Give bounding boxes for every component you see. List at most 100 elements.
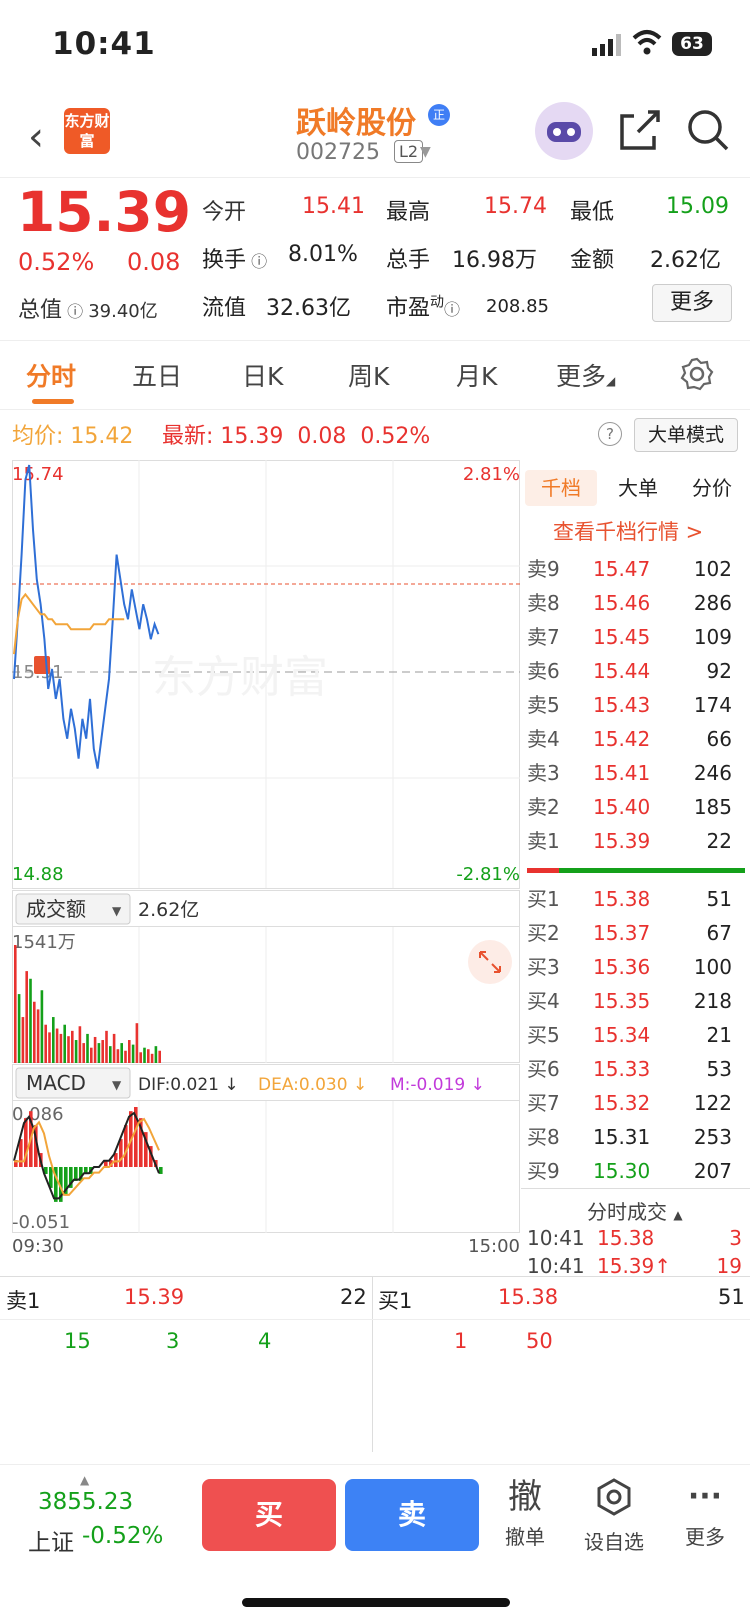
float-value: 32.63亿 [266,296,351,321]
sell-level-row[interactable]: 卖2 15.40 185 [521,790,750,824]
stock-name[interactable]: 跃岭股份 [296,98,416,142]
big-order-mode-button[interactable]: 大单模式 [634,418,738,452]
tab-daily[interactable]: 日K [242,357,283,393]
settings-icon[interactable] [680,357,714,391]
level-volume: 66 [706,727,732,751]
buy-level-row[interactable]: 买1 15.38 51 [521,882,750,916]
buy-level-row[interactable]: 买4 15.35 218 [521,984,750,1018]
volume-bar [78,1026,82,1063]
volume-bar [21,1017,25,1063]
volume-max-label: 1541万 [12,932,76,953]
level-label: 买6 [527,1057,560,1081]
dea-value: DEA:0.030 ↓ [258,1075,367,1095]
sell-level-row[interactable]: 卖3 15.41 246 [521,756,750,790]
level-price: 15.41 [593,761,651,785]
index-pct[interactable]: -0.52% [82,1523,163,1549]
tab-thousand-levels[interactable]: 千档 [525,470,597,506]
volume-bar [82,1043,85,1063]
back-icon[interactable]: ‹ [28,114,44,160]
robot-assistant-icon[interactable] [535,102,593,160]
buy-level-row[interactable]: 买7 15.32 122 [521,1086,750,1120]
search-icon[interactable] [686,108,730,152]
level-price: 15.30 [593,1159,651,1183]
buy-level-row[interactable]: 买2 15.37 67 [521,916,750,950]
buy-queue-2: 50 [526,1329,553,1353]
expand-icon[interactable] [468,940,512,984]
index-name[interactable]: 上证 [28,1523,74,1557]
volume-bar [25,971,28,1063]
status-bar: 10:41 63 [0,0,750,90]
add-favorite-button[interactable]: 设自选 [578,1477,650,1555]
sell-level-row[interactable]: 卖1 15.39 22 [521,824,750,858]
sell-level-row[interactable]: 卖7 15.45 109 [521,620,750,654]
trade-price: 15.38 [597,1226,655,1250]
level-price: 15.39 [593,829,651,853]
wifi-icon [632,30,662,55]
time-start: 09:30 [12,1236,64,1252]
trade-time: 10:41 [527,1226,585,1250]
sell-button[interactable]: 卖 [345,1479,479,1551]
volume-bar [158,1050,161,1063]
y-min-pct: -2.81% [456,864,520,885]
level-label: 卖8 [527,591,560,615]
tab-intraday[interactable]: 分时 [26,357,76,393]
tab-5day[interactable]: 五日 [132,357,182,393]
sell-level-row[interactable]: 卖8 15.46 286 [521,586,750,620]
indicator-selector-label: MACD [26,1071,86,1095]
buy-level-row[interactable]: 买8 15.31 253 [521,1120,750,1154]
share-icon[interactable] [618,108,662,152]
volume-bar [116,1049,120,1063]
buy-level-row[interactable]: 买6 15.33 53 [521,1052,750,1086]
index-value[interactable]: 3855.23 [38,1489,133,1515]
level-label: 卖2 [527,795,560,819]
tab-underline [32,399,74,404]
sell-level-row[interactable]: 卖6 15.44 92 [521,654,750,688]
level-price: 15.33 [593,1057,651,1081]
chevron-down-icon[interactable]: ▼ [420,144,431,160]
level-price: 15.44 [593,659,651,683]
view-levels-link[interactable]: 查看千档行情 > [553,516,703,546]
volume-bar [29,978,32,1063]
level-label: 买9 [527,1159,560,1183]
cancel-order-button[interactable]: 撤撤单 [500,1477,550,1550]
tab-price-split[interactable]: 分价 [677,470,747,506]
buy1-volume: 51 [718,1285,745,1309]
tab-monthly[interactable]: 月K [456,357,497,393]
level-label: 买2 [527,921,560,945]
ratio-bar [527,868,745,873]
more-button[interactable]: 更多 [652,284,732,322]
stock-code: 002725 [296,140,380,165]
y-max-pct: 2.81% [463,464,520,485]
level-volume: 92 [706,659,732,683]
help-icon[interactable]: ? [598,422,622,446]
volume-bar [36,1009,40,1063]
volume-bar [93,1036,97,1063]
level-price: 15.47 [593,557,651,581]
intraday-chart[interactable]: 东方财富 15.74 2.81% 15.31 14.88 -2.81% 成交额 … [12,460,520,1252]
macd-bar [119,1139,123,1167]
volume-bar [124,1050,127,1063]
buy-level-row[interactable]: 买9 15.30 207 [521,1154,750,1188]
high-label: 最高 [386,200,431,225]
buy-button[interactable]: 买 [202,1479,336,1551]
sell-level-row[interactable]: 卖9 15.47 102 [521,552,750,586]
trade-list-title[interactable]: 分时成交 ▲ [587,1196,683,1225]
trade-list: 10:41 15.38 3 10:41 15.39↑ 19 [521,1226,750,1282]
level-price: 15.32 [593,1091,651,1115]
tab-big-orders[interactable]: 大单 [605,470,671,506]
price-line [13,464,160,769]
sell1-volume: 22 [340,1285,367,1309]
dropdown-icon: ▼ [112,904,122,918]
buy-level-row[interactable]: 买3 15.36 100 [521,950,750,984]
sell-level-row[interactable]: 卖5 15.43 174 [521,688,750,722]
volume-bar [143,1047,146,1063]
tab-weekly[interactable]: 周K [348,357,389,393]
more-menu-button[interactable]: ··· 更多 [678,1477,732,1550]
tab-more[interactable]: 更多◢ [556,357,615,393]
buy-level-row[interactable]: 买5 15.34 21 [521,1018,750,1052]
home-indicator [242,1598,510,1607]
volume-selector-label: 成交额 [26,897,86,921]
level-badge[interactable]: L2 [394,140,424,163]
sell-level-row[interactable]: 卖4 15.42 66 [521,722,750,756]
current-price: 15.39 [17,180,191,244]
